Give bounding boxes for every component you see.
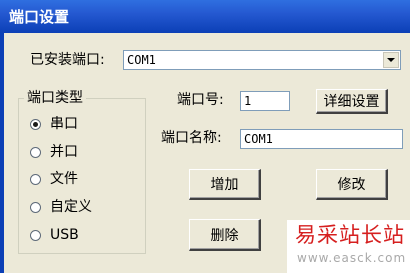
modify-button[interactable]: 修改 <box>316 169 388 200</box>
chevron-down-icon <box>387 58 395 62</box>
title-bar: 端口设置 <box>0 0 410 33</box>
port-number-field[interactable]: 1 <box>240 91 290 111</box>
port-number-label: 端口号: <box>177 92 224 108</box>
radio-circle <box>30 201 41 213</box>
radio-circle <box>30 173 41 185</box>
radio-selected-dot <box>33 121 38 127</box>
port-name-label: 端口名称: <box>161 130 222 146</box>
port-name-field[interactable]: COM1 <box>240 129 403 149</box>
dropdown-button[interactable] <box>383 52 399 68</box>
radio-label: 自定义 <box>50 199 92 215</box>
radio-label: 串口 <box>50 116 78 132</box>
radio-label: 并口 <box>50 144 78 160</box>
radio-parallel[interactable]: 并口 <box>30 143 140 161</box>
window-title: 端口设置 <box>9 8 70 26</box>
modify-label: 修改 <box>337 177 366 193</box>
watermark-text: 易采站长站 <box>295 223 405 247</box>
detail-settings-button[interactable]: 详细设置 <box>316 89 388 114</box>
radio-label: 文件 <box>50 171 78 187</box>
radio-custom[interactable]: 自定义 <box>30 198 140 216</box>
installed-port-dropdown[interactable]: COM1 <box>123 50 401 70</box>
radio-file[interactable]: 文件 <box>30 170 140 188</box>
radio-usb[interactable]: USB <box>30 226 140 244</box>
add-label: 增加 <box>210 177 239 193</box>
radio-circle <box>30 118 41 130</box>
delete-button[interactable]: 删除 <box>189 219 261 251</box>
radio-circle <box>30 146 41 158</box>
detail-settings-label: 详细设置 <box>323 94 380 110</box>
port-number-value: 1 <box>244 94 252 108</box>
port-name-value: COM1 <box>244 132 273 146</box>
watermark: 易采站长站 www.easck.com <box>287 220 410 273</box>
radio-circle <box>30 229 41 241</box>
installed-port-value: COM1 <box>127 53 156 67</box>
watermark-url: www.easck.com <box>297 251 407 265</box>
add-button[interactable]: 增加 <box>189 169 261 200</box>
installed-port-label: 已安装端口: <box>30 52 105 68</box>
delete-label: 删除 <box>210 227 239 244</box>
radio-serial[interactable]: 串口 <box>30 115 140 133</box>
port-type-title: 端口类型 <box>24 90 86 106</box>
radio-label: USB <box>50 227 79 243</box>
